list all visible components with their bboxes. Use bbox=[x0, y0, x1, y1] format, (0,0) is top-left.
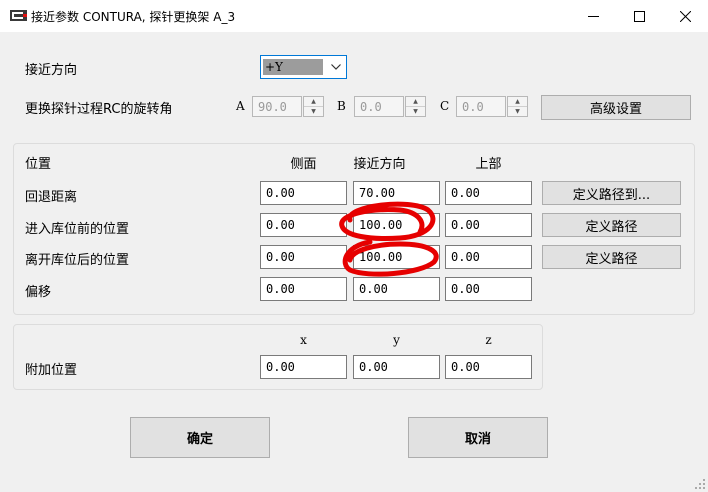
column-y-header: y bbox=[393, 333, 400, 347]
column-x-header: x bbox=[300, 333, 307, 347]
ok-button[interactable]: 确定 bbox=[130, 417, 270, 458]
cancel-button[interactable]: 取消 bbox=[408, 417, 548, 458]
extra-y-field[interactable]: 0.00 bbox=[353, 355, 440, 379]
extra-x-field[interactable]: 0.00 bbox=[260, 355, 347, 379]
extra-position-label: 附加位置 bbox=[25, 363, 78, 378]
resize-grip-icon[interactable] bbox=[694, 478, 706, 490]
red-annotation-marks bbox=[339, 201, 439, 277]
column-z-header: z bbox=[485, 333, 492, 347]
annotation-circle-lower bbox=[342, 239, 439, 277]
annotation-circle-upper bbox=[339, 201, 436, 241]
extra-z-field[interactable]: 0.00 bbox=[445, 355, 532, 379]
